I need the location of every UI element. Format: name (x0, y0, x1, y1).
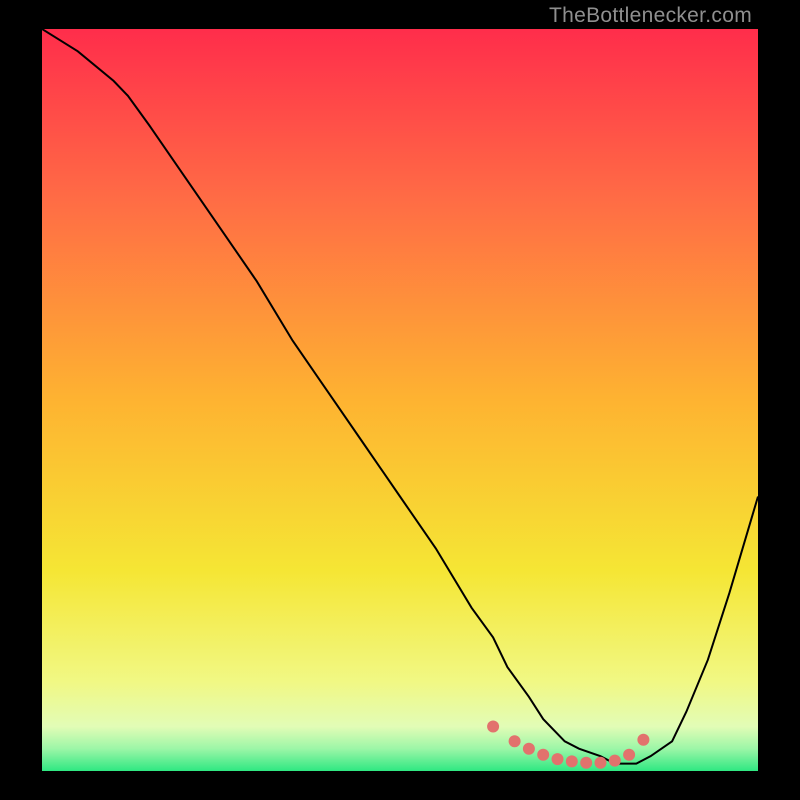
marker-dot (637, 734, 649, 746)
marker-dot (487, 721, 499, 733)
chart-background (42, 29, 758, 771)
marker-dot (509, 735, 521, 747)
watermark-text: TheBottlenecker.com (549, 4, 752, 28)
marker-dot (566, 755, 578, 767)
marker-dot (580, 757, 592, 769)
chart-svg (42, 29, 758, 771)
marker-dot (537, 749, 549, 761)
marker-dot (609, 755, 621, 767)
marker-dot (623, 749, 635, 761)
marker-dot (552, 753, 564, 765)
marker-dot (523, 743, 535, 755)
chart-container (42, 29, 758, 771)
marker-dot (595, 757, 607, 769)
